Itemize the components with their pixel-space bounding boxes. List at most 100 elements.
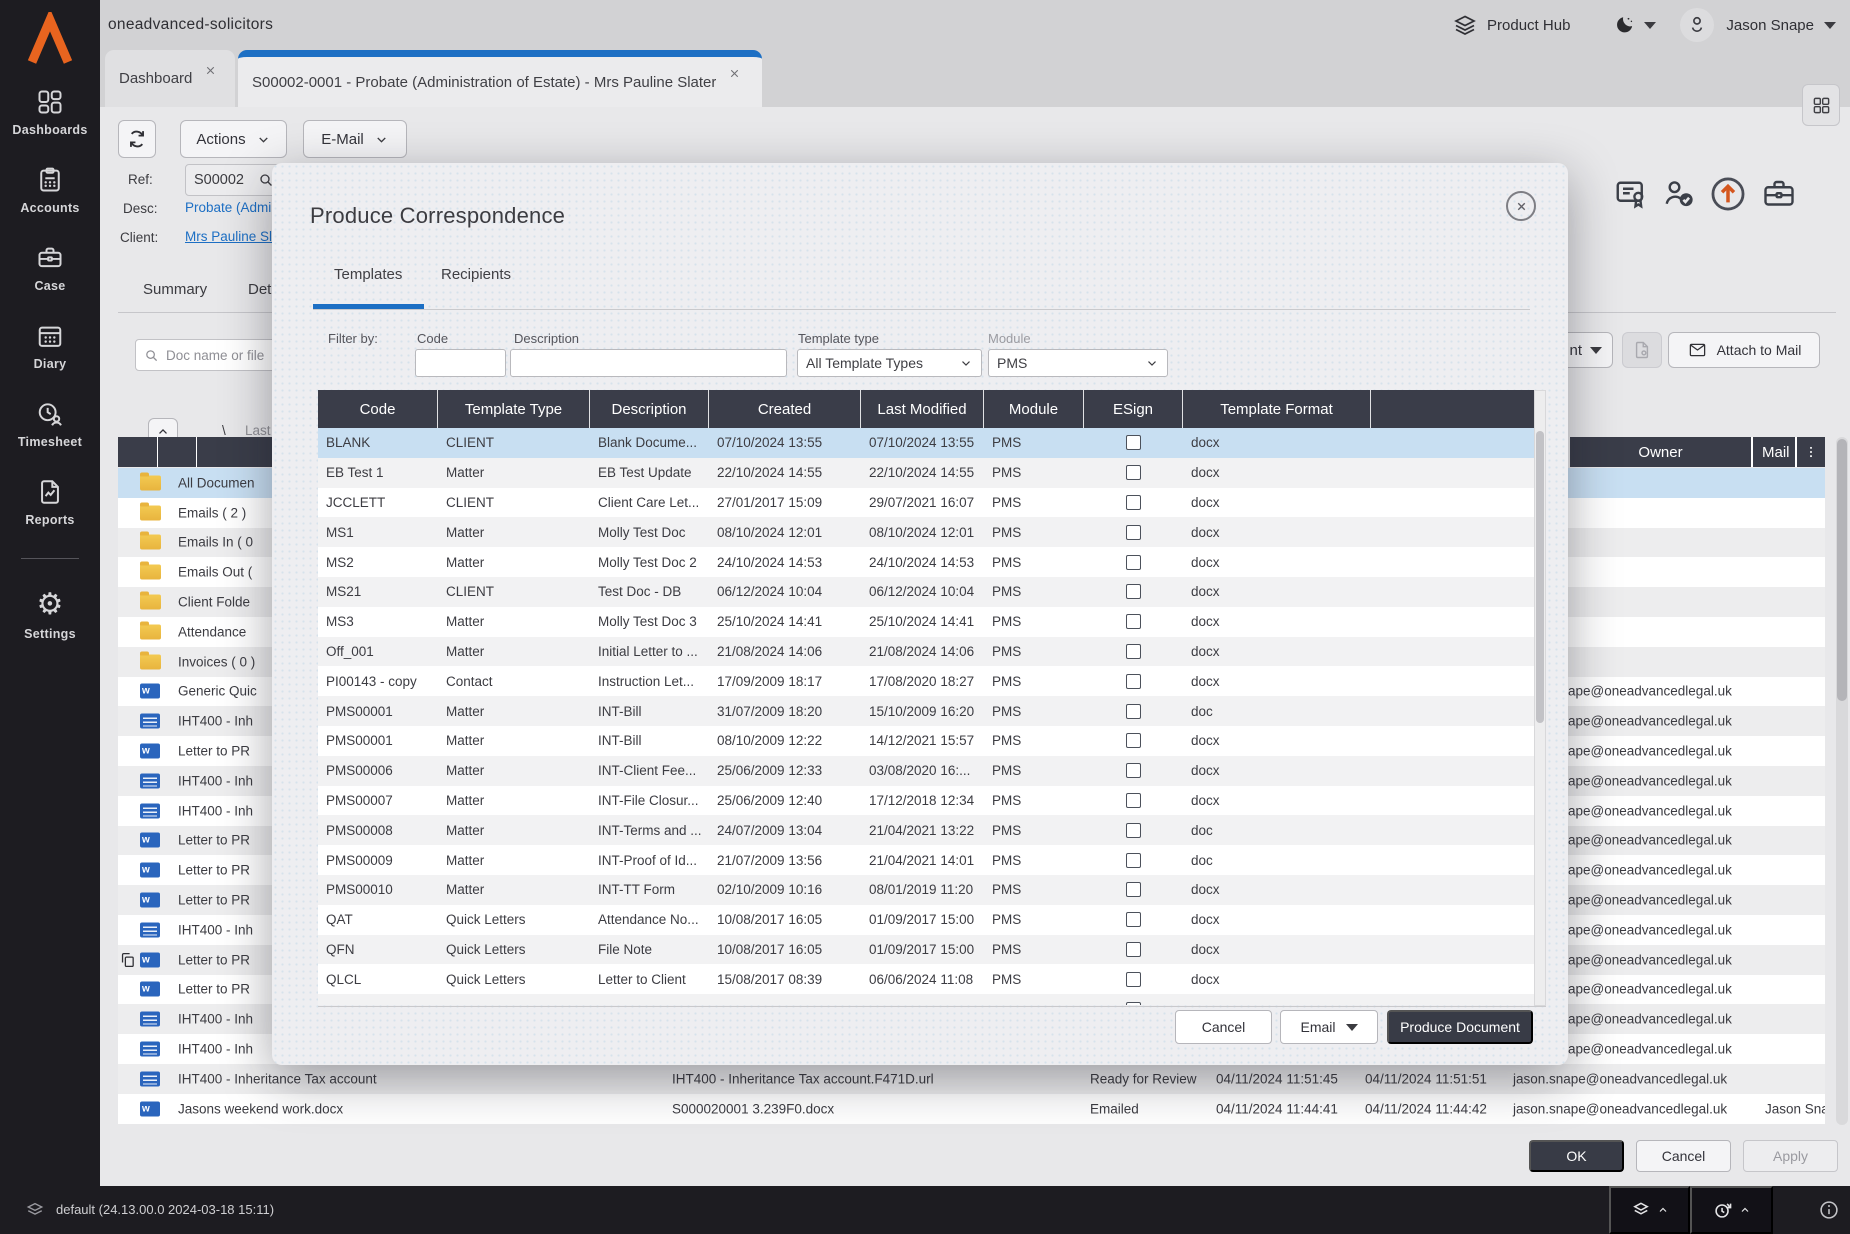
esign-checkbox[interactable] <box>1126 823 1141 838</box>
layout-grid-button[interactable] <box>1802 84 1840 126</box>
client-link[interactable]: Mrs Pauline Sla <box>185 229 280 244</box>
esign-checkbox[interactable] <box>1126 853 1141 868</box>
product-hub-link[interactable]: Product Hub <box>1487 17 1570 34</box>
sidebar-item-dashboards[interactable]: Dashboards <box>12 88 87 137</box>
sidebar-item-case[interactable]: Case <box>34 244 65 293</box>
close-tab-icon[interactable] <box>728 67 741 80</box>
esign-checkbox[interactable] <box>1126 674 1141 689</box>
ok-button[interactable]: OK <box>1529 1140 1624 1172</box>
sidebar-item-diary[interactable]: Diary <box>34 322 67 371</box>
esign-checkbox[interactable] <box>1126 763 1141 778</box>
template-row[interactable]: JCCLETTCLIENTClient Care Let...27/01/201… <box>318 488 1534 518</box>
sidebar-item-settings[interactable]: ⚙Settings <box>24 590 76 641</box>
theme-caret-icon[interactable] <box>1644 22 1656 29</box>
esign-checkbox[interactable] <box>1126 495 1141 510</box>
tab-templates[interactable]: Templates <box>334 266 402 283</box>
actions-button[interactable]: Actions <box>180 120 287 158</box>
template-row[interactable]: QLCLQuick LettersLetter to Client15/08/2… <box>318 964 1534 994</box>
column-header[interactable]: ESign <box>1084 390 1183 428</box>
moon-icon[interactable] <box>1614 14 1636 36</box>
esign-checkbox[interactable] <box>1126 793 1141 808</box>
template-row[interactable]: QFNQuick LettersFile Note10/08/2017 16:0… <box>318 935 1534 965</box>
tab-summary[interactable]: Summary <box>143 281 207 298</box>
email-menu-button[interactable]: E-Mail <box>303 120 407 158</box>
code-filter-input[interactable] <box>415 349 506 377</box>
apply-button[interactable]: Apply <box>1743 1140 1838 1172</box>
desc-link[interactable]: Probate (Admi <box>185 200 271 215</box>
template-row[interactable]: PMS00001MatterINT-Bill31/07/2009 18:2015… <box>318 696 1534 726</box>
esign-checkbox[interactable] <box>1126 614 1141 629</box>
esign-checkbox[interactable] <box>1126 525 1141 540</box>
attach-to-mail-button[interactable]: Attach to Mail <box>1668 332 1820 368</box>
column-header[interactable]: Description <box>590 390 709 428</box>
esign-checkbox[interactable] <box>1126 972 1141 987</box>
info-icon[interactable] <box>1818 1199 1840 1221</box>
template-row[interactable]: PMS00006MatterINT-Client Fee...25/06/200… <box>318 756 1534 786</box>
tab-case[interactable]: S00002-0001 - Probate (Administration of… <box>238 50 762 107</box>
template-row[interactable]: BLANKCLIENTBlank Docume...07/10/2024 13:… <box>318 428 1534 458</box>
column-header[interactable]: Code <box>318 390 438 428</box>
briefcase-icon[interactable] <box>1759 176 1799 212</box>
template-row[interactable]: PI00143 - copyContactInstruction Let...1… <box>318 666 1534 696</box>
user-menu-caret-icon[interactable] <box>1824 22 1836 29</box>
close-tab-icon[interactable] <box>204 64 217 77</box>
esign-checkbox[interactable] <box>1126 465 1141 480</box>
dialog-email-select[interactable]: Email <box>1280 1010 1378 1044</box>
esign-checkbox[interactable] <box>1126 912 1141 927</box>
person-check-icon[interactable] <box>1660 176 1698 212</box>
document-row[interactable]: IHT400 - Inheritance Tax accountIHT400 -… <box>118 1064 1825 1094</box>
cancel-button[interactable]: Cancel <box>1636 1140 1731 1172</box>
template-row[interactable]: QATQuick LettersAttendance No...10/08/20… <box>318 905 1534 935</box>
description-filter-input[interactable] <box>510 349 787 377</box>
close-dialog-button[interactable] <box>1506 191 1536 221</box>
template-row-partial[interactable] <box>318 994 1534 1005</box>
produce-document-button[interactable]: Produce Document <box>1387 1010 1533 1044</box>
certificate-icon[interactable] <box>1612 176 1652 212</box>
upload-icon[interactable] <box>1707 173 1749 215</box>
column-header[interactable]: Template Format <box>1183 390 1371 428</box>
esign-checkbox[interactable] <box>1126 733 1141 748</box>
esign-checkbox[interactable] <box>1126 584 1141 599</box>
owner-column-header[interactable]: Owner <box>1570 444 1751 461</box>
sync-status-button[interactable] <box>1690 1186 1773 1234</box>
template-row[interactable]: EB Test 1MatterEB Test Update22/10/2024 … <box>318 458 1534 488</box>
table-scrollbar[interactable] <box>1534 390 1546 1006</box>
column-header[interactable]: Module <box>984 390 1084 428</box>
user-name[interactable]: Jason Snape <box>1726 17 1814 34</box>
esign-checkbox[interactable] <box>1126 942 1141 957</box>
esign-checkbox[interactable] <box>1126 1002 1141 1005</box>
esign-checkbox[interactable] <box>1126 555 1141 570</box>
template-row[interactable]: MS3MatterMolly Test Doc 325/10/2024 14:4… <box>318 607 1534 637</box>
template-row[interactable]: PMS00007MatterINT-File Closur...25/06/20… <box>318 786 1534 816</box>
tab-dashboard[interactable]: Dashboard <box>105 50 235 107</box>
window-scrollbar[interactable] <box>1836 437 1848 1125</box>
esign-checkbox[interactable] <box>1126 704 1141 719</box>
sync-queue-button[interactable] <box>1609 1186 1690 1234</box>
column-header[interactable]: Last Modified <box>861 390 984 428</box>
sidebar-item-accounts[interactable]: Accounts <box>20 166 79 215</box>
column-header[interactable]: Created <box>709 390 861 428</box>
sidebar-item-reports[interactable]: Reports <box>25 478 74 527</box>
column-header[interactable]: Template Type <box>438 390 590 428</box>
template-row[interactable]: MS2MatterMolly Test Doc 224/10/2024 14:5… <box>318 547 1534 577</box>
template-row[interactable]: MS1MatterMolly Test Doc08/10/2024 12:010… <box>318 517 1534 547</box>
template-row[interactable]: PMS00008MatterINT-Terms and ...24/07/200… <box>318 815 1534 845</box>
refresh-button[interactable] <box>118 120 156 158</box>
template-type-select[interactable]: All Template Types <box>797 349 982 377</box>
esign-checkbox[interactable] <box>1126 435 1141 450</box>
template-row[interactable]: PMS00001MatterINT-Bill08/10/2009 12:2214… <box>318 726 1534 756</box>
advanced-logo-icon[interactable] <box>22 12 78 68</box>
template-row[interactable]: PMS00010MatterINT-TT Form02/10/2009 10:1… <box>318 875 1534 905</box>
esign-checkbox[interactable] <box>1126 644 1141 659</box>
mail-column-header[interactable]: Mail <box>1753 444 1795 461</box>
document-preview-button-disabled[interactable] <box>1622 332 1662 368</box>
dialog-cancel-button[interactable]: Cancel <box>1175 1010 1272 1044</box>
sidebar-item-timesheet[interactable]: Timesheet <box>18 400 82 449</box>
template-row[interactable]: Off_001MatterInitial Letter to ...21/08/… <box>318 637 1534 667</box>
module-select[interactable]: PMS <box>988 349 1168 377</box>
avatar[interactable] <box>1680 8 1714 42</box>
tab-recipients[interactable]: Recipients <box>441 266 511 283</box>
template-row[interactable]: PMS00009MatterINT-Proof of Id...21/07/20… <box>318 845 1534 875</box>
document-row[interactable]: Jasons weekend work.docxS000020001 3.239… <box>118 1094 1825 1124</box>
ref-search-field[interactable]: S00002 <box>185 164 283 196</box>
